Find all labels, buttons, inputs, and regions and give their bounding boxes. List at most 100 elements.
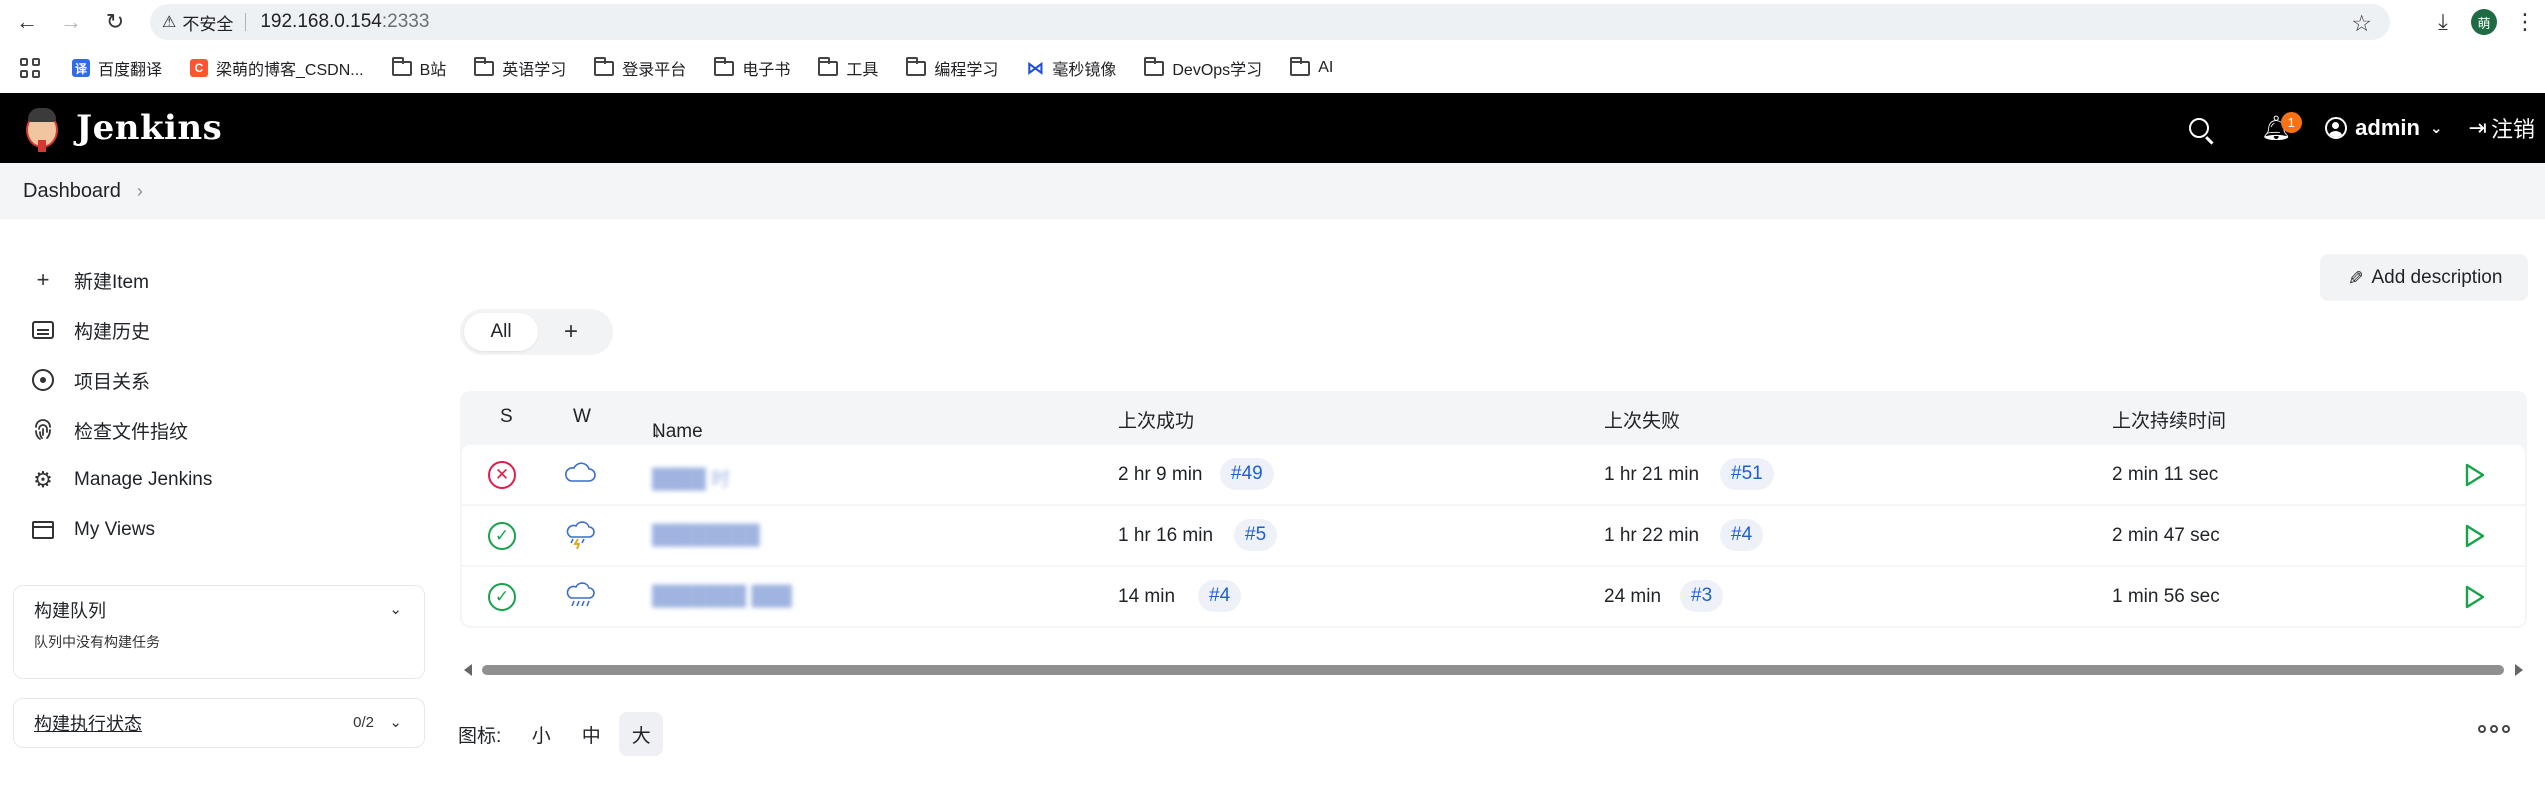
play-build-icon[interactable] <box>2461 461 2487 489</box>
bookmarks-bar: 译百度翻译 C 梁萌的博客_CSDN... B站 英语学习 登录平台 电子书 工具… <box>0 44 2545 92</box>
build-queue-panel: 构建队列 ⌄ 队列中没有构建任务 <box>13 585 425 679</box>
icon-size-medium[interactable]: 中 <box>569 712 613 756</box>
add-view-button[interactable]: + <box>564 318 578 346</box>
bookmark-item[interactable]: 译百度翻译 <box>62 53 172 83</box>
tab-all[interactable]: All <box>464 313 538 351</box>
bookmark-folder[interactable]: B站 <box>382 53 457 83</box>
success-build-link[interactable]: #49 <box>1220 458 1274 490</box>
task-check-fingerprint[interactable]: 检查文件指纹 <box>30 405 410 455</box>
sort-arrow-icon: ↓ <box>652 421 662 442</box>
executors-title-link[interactable]: 构建执行状态 <box>34 710 142 736</box>
views-icon-wrap <box>30 517 56 543</box>
failure-build-link[interactable]: #3 <box>1680 580 1724 612</box>
more-options-icon[interactable] <box>2478 725 2510 733</box>
bookmark-star-icon[interactable]: ☆ <box>2351 10 2372 37</box>
task-my-views[interactable]: My Views <box>30 505 410 555</box>
failure-build-link[interactable]: #51 <box>1720 458 1774 490</box>
insecure-indicator[interactable]: ⚠ 不安全 <box>162 10 233 35</box>
rain-weather-icon <box>566 582 595 607</box>
bookmark-folder[interactable]: 登录平台 <box>584 53 696 83</box>
chevron-right-icon[interactable]: › <box>137 181 143 202</box>
status-success-icon: ✓ <box>488 583 516 611</box>
horizontal-scrollbar[interactable] <box>460 661 2527 679</box>
profile-avatar[interactable]: 萌 <box>2471 9 2497 35</box>
jenkins-header: Jenkins 🔔︎ 1 admin ⌄ ⇥ 注销 <box>0 93 2545 163</box>
failure-build-link[interactable]: #4 <box>1720 519 1764 551</box>
bookmark-folder[interactable]: 工具 <box>808 53 888 83</box>
play-build-icon[interactable] <box>2461 583 2487 611</box>
last-duration: 1 min 56 sec <box>2112 586 2220 607</box>
search-icon[interactable] <box>2188 118 2209 138</box>
bookmark-folder[interactable]: 电子书 <box>704 53 800 83</box>
back-arrow-icon[interactable]: ← <box>10 5 44 39</box>
task-label: My Views <box>74 519 155 540</box>
bookmark-label: 英语学习 <box>502 62 567 79</box>
build-queue-title: 构建队列 <box>34 601 106 621</box>
table-row: ✓ ████████ 1 hr 16 min #5 1 hr 22 min #4… <box>462 506 2525 565</box>
relationship-icon-wrap <box>30 367 56 393</box>
side-tasks: + 新建Item 构建历史 项目关系 检查文件指纹 ⚙ Manage Jenki… <box>30 255 410 555</box>
url-divider <box>245 13 247 31</box>
folder-icon <box>1290 56 1311 76</box>
task-manage-jenkins[interactable]: ⚙ Manage Jenkins <box>30 455 410 505</box>
task-build-history[interactable]: 构建历史 <box>30 305 410 355</box>
scroll-left-arrow-icon[interactable] <box>464 664 472 676</box>
thunderstorm-weather-icon <box>566 521 595 550</box>
success-build-link[interactable]: #4 <box>1198 580 1242 612</box>
url-text[interactable]: 192.168.0.154:2333 <box>260 11 429 33</box>
chevron-down-icon[interactable]: ⌄ <box>389 600 402 618</box>
notifications-button[interactable]: 🔔︎ 1 <box>2261 111 2302 143</box>
logout-button[interactable]: ⇥ 注销 <box>2469 112 2535 144</box>
folder-icon <box>391 56 412 76</box>
address-bar[interactable]: ⚠ 不安全 192.168.0.154:2333 ☆ <box>150 4 2390 40</box>
column-weather[interactable]: W <box>573 406 591 428</box>
download-icon[interactable]: ⤓ <box>2423 2 2463 42</box>
browser-toolbar: ← → ↻ ⚠ 不安全 192.168.0.154:2333 ☆ ⤓ 萌 ⋮ <box>0 0 2545 44</box>
success-build-link[interactable]: #5 <box>1234 519 1278 551</box>
mirror-icon: ⋈ <box>1026 57 1045 78</box>
bookmark-item[interactable]: C 梁萌的博客_CSDN... <box>180 53 374 83</box>
icon-size-selector: 图标: 小 中 大 <box>458 711 669 757</box>
column-last-failure[interactable]: 上次失败 <box>1604 406 1680 433</box>
job-name-link[interactable]: ███████ ███ <box>652 586 792 608</box>
views-icon <box>32 521 54 539</box>
user-icon <box>2325 117 2348 139</box>
apps-grid-icon[interactable] <box>20 58 40 78</box>
scrollbar-thumb[interactable] <box>482 665 2504 675</box>
chevron-down-icon[interactable]: ⌄ <box>389 713 402 731</box>
job-name-link[interactable]: ████ 时 <box>652 464 730 491</box>
reload-icon[interactable]: ↻ <box>98 5 132 39</box>
play-build-icon[interactable] <box>2461 522 2487 550</box>
jenkins-logo-icon[interactable] <box>22 104 62 152</box>
column-last-success[interactable]: 上次成功 <box>1118 406 1194 433</box>
task-new-item[interactable]: + 新建Item <box>30 255 410 305</box>
header-actions: 🔔︎ 1 admin ⌄ ⇥ 注销 <box>2188 93 2545 163</box>
icon-size-large[interactable]: 大 <box>619 712 664 756</box>
forward-arrow-icon[interactable]: → <box>54 5 88 39</box>
executors-count: 0/2 <box>353 714 374 731</box>
add-description-button[interactable]: ✎ Add description <box>2320 254 2528 301</box>
bookmark-label: 毫秒镜像 <box>1052 62 1117 79</box>
bookmark-folder[interactable]: AI <box>1280 53 1343 83</box>
jenkins-title[interactable]: Jenkins <box>76 108 222 148</box>
job-name-link[interactable]: ████████ <box>652 525 760 547</box>
column-last-duration[interactable]: 上次持续时间 <box>2112 406 2226 433</box>
history-icon <box>32 321 54 339</box>
scroll-right-arrow-icon[interactable] <box>2515 664 2523 676</box>
breadcrumb-dashboard[interactable]: Dashboard <box>23 180 121 203</box>
bookmark-folder[interactable]: 英语学习 <box>464 53 576 83</box>
column-status[interactable]: S <box>500 406 513 428</box>
build-queue-empty: 队列中没有构建任务 <box>34 634 160 650</box>
bookmark-folder[interactable]: DevOps学习 <box>1134 53 1272 83</box>
table-row: ✓ ███████ ███ 14 min #4 24 min #3 1 min … <box>462 567 2525 626</box>
icon-size-small[interactable]: 小 <box>519 712 563 756</box>
bookmark-folder[interactable]: 编程学习 <box>896 53 1008 83</box>
user-menu[interactable]: admin ⌄ <box>2325 115 2443 141</box>
executors-header: 构建执行状态 0/2 ⌄ <box>14 699 424 747</box>
gear-icon: ⚙ <box>33 467 53 492</box>
build-queue-header[interactable]: 构建队列 ⌄ <box>14 586 424 634</box>
executors-panel: 构建执行状态 0/2 ⌄ <box>13 698 425 748</box>
browser-menu-icon[interactable]: ⋮ <box>2505 2 2545 42</box>
task-project-relationship[interactable]: 项目关系 <box>30 355 410 405</box>
bookmark-item[interactable]: ⋈ 毫秒镜像 <box>1016 53 1126 83</box>
